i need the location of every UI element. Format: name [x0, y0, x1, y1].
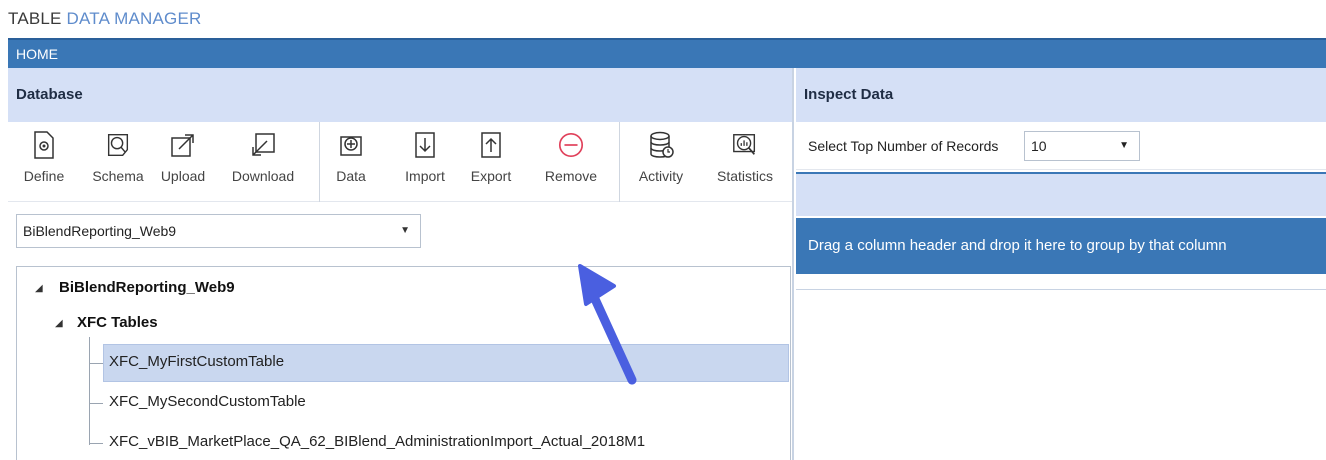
export-label: Export [470, 168, 512, 184]
home-tab[interactable]: HOME [8, 38, 1326, 68]
database-toolbar: Define Schema Upload Download Data Impor… [8, 122, 792, 202]
group-by-hint: Drag a column header and drop it here to… [808, 237, 1227, 254]
collapse-icon[interactable]: ◢ [55, 318, 63, 329]
schema-icon [104, 130, 132, 160]
activity-button[interactable]: Activity [626, 122, 696, 202]
records-select-value: 10 [1031, 138, 1047, 154]
tree-node-database[interactable]: BiBlendReporting_Web9 [59, 279, 235, 296]
data-button[interactable]: Data [324, 122, 378, 202]
chevron-down-icon[interactable]: ▼ [1119, 132, 1129, 160]
app-title-part2: DATA MANAGER [66, 9, 202, 28]
export-button[interactable]: Export [460, 122, 522, 202]
data-add-icon [337, 130, 365, 160]
tree-item-table[interactable]: XFC_MyFirstCustomTable [109, 353, 284, 370]
grid-header [796, 172, 1326, 216]
records-select[interactable]: 10 ▼ [1024, 131, 1140, 161]
toolbar-separator [619, 122, 620, 202]
inspect-data-panel: Inspect Data Select Top Number of Record… [796, 68, 1326, 460]
upload-icon [169, 130, 197, 160]
annotation-arrow-icon [578, 264, 637, 385]
tree-node-database-label: BiBlendReporting_Web9 [59, 279, 235, 296]
import-icon [411, 130, 439, 160]
statistics-icon [731, 130, 759, 160]
collapse-icon[interactable]: ◢ [35, 283, 43, 294]
table-tree: ◢ BiBlendReporting_Web9 ◢ XFC Tables XFC… [16, 266, 791, 460]
schema-label: Schema [92, 168, 144, 184]
database-panel: Database Define Schema Upload Download D… [8, 68, 794, 460]
tree-node-xfc-tables[interactable]: XFC Tables [77, 314, 158, 331]
define-label: Define [23, 168, 65, 184]
upload-button[interactable]: Upload [152, 122, 214, 202]
tree-connector [89, 337, 90, 445]
tree-connector [89, 363, 103, 364]
remove-label: Remove [544, 168, 598, 184]
schema-button[interactable]: Schema [80, 122, 156, 202]
database-select[interactable]: BiBlendReporting_Web9 ▼ [16, 214, 421, 248]
import-button[interactable]: Import [394, 122, 456, 202]
download-icon [249, 130, 277, 160]
download-button[interactable]: Download [220, 122, 306, 202]
inspect-data-header: Inspect Data [796, 68, 1326, 122]
data-label: Data [336, 168, 366, 184]
tree-item-table[interactable]: XFC_MySecondCustomTable [109, 393, 306, 410]
database-select-value: BiBlendReporting_Web9 [23, 223, 177, 239]
import-label: Import [405, 168, 445, 184]
remove-button[interactable]: Remove [534, 122, 608, 202]
database-panel-header: Database [8, 68, 792, 122]
download-label: Download [231, 168, 295, 184]
statistics-button[interactable]: Statistics [704, 122, 786, 202]
data-grid [796, 274, 1326, 290]
tree-node-xfc-tables-label: XFC Tables [77, 314, 158, 331]
home-tab-label: HOME [16, 46, 58, 62]
define-button[interactable]: Define [10, 122, 78, 202]
tree-item-table[interactable]: XFC_vBIB_MarketPlace_QA_62_BIBlend_Admin… [109, 433, 645, 450]
tree-connector [89, 443, 103, 444]
tree-item-label: XFC_MySecondCustomTable [109, 393, 306, 410]
toolbar-separator [319, 122, 320, 202]
remove-icon [557, 130, 585, 160]
tree-item-label: XFC_MyFirstCustomTable [109, 353, 285, 370]
upload-label: Upload [160, 168, 206, 184]
app-title: TABLE DATA MANAGER [8, 6, 202, 32]
chevron-down-icon[interactable]: ▼ [400, 215, 410, 247]
statistics-label: Statistics [716, 168, 773, 184]
define-icon [30, 130, 58, 160]
activity-label: Activity [638, 168, 684, 184]
app-title-part1: TABLE [8, 9, 62, 28]
export-icon [477, 130, 505, 160]
tree-connector [89, 403, 103, 404]
records-label: Select Top Number of Records [808, 138, 999, 154]
records-row: Select Top Number of Records 10 ▼ [796, 122, 1326, 170]
activity-icon [647, 130, 675, 160]
group-by-panel[interactable]: Drag a column header and drop it here to… [796, 218, 1326, 274]
tree-item-label: XFC_vBIB_MarketPlace_QA_62_BIBlend_Admin… [109, 433, 646, 450]
